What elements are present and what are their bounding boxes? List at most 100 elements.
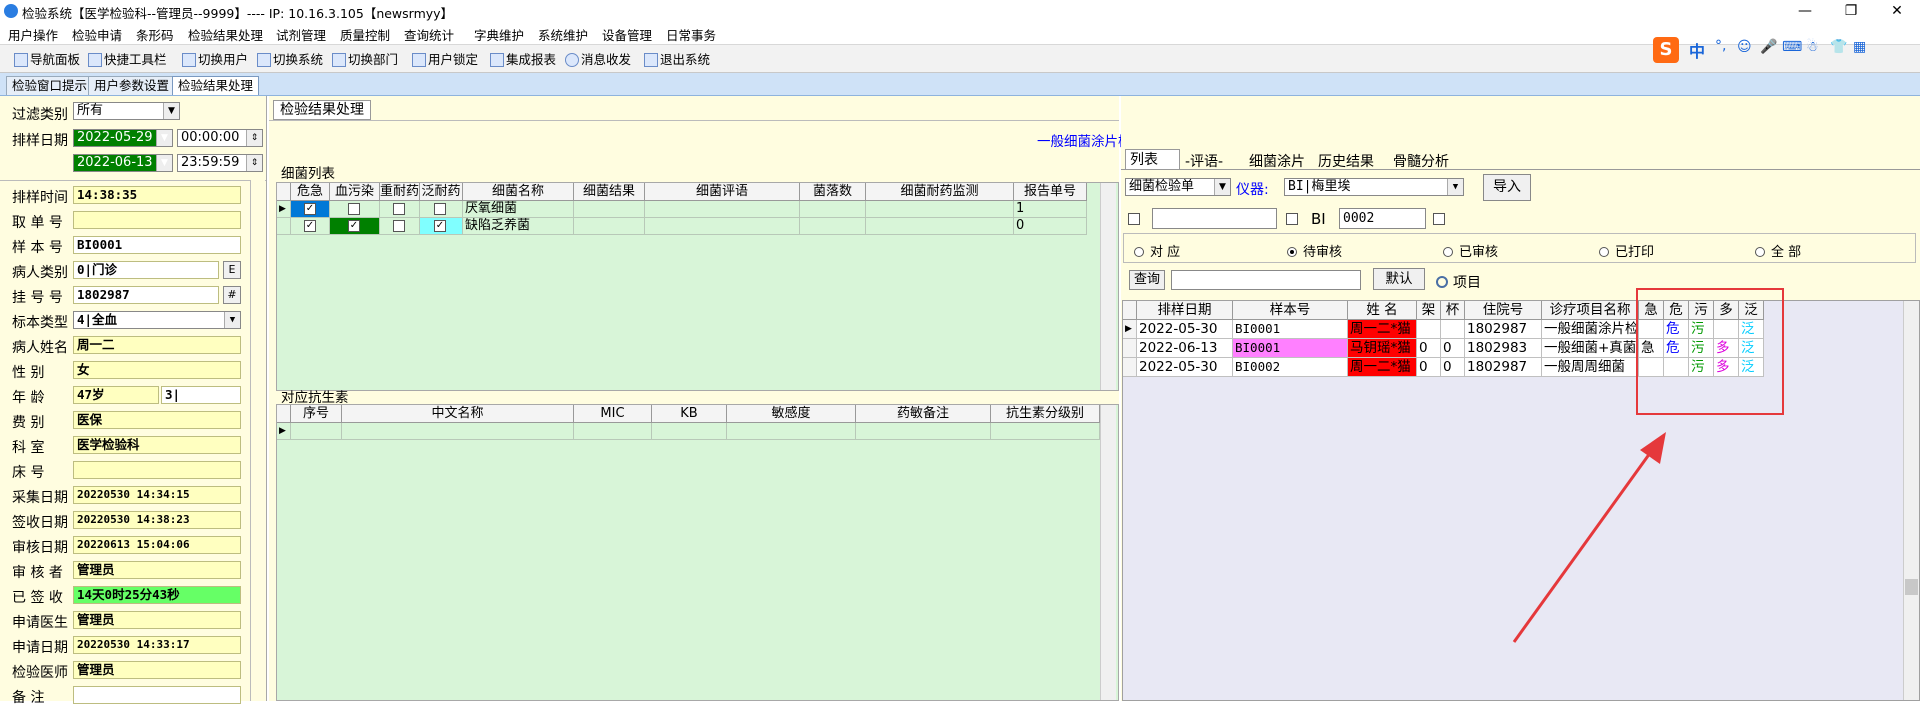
radio-pending[interactable]: 待审核: [1287, 241, 1342, 260]
remark-field[interactable]: [73, 686, 241, 704]
tab-list[interactable]: 列表: [1125, 149, 1180, 169]
query-button[interactable]: 查询: [1129, 270, 1165, 290]
receive-date-field[interactable]: 20220530 14:38:23: [73, 511, 241, 529]
lab-doctor-field[interactable]: 管理员: [73, 661, 241, 679]
table-row[interactable]: [342, 423, 574, 440]
bi-number-input[interactable]: 0002: [1339, 208, 1426, 229]
inpatient-number-cell[interactable]: 1802987: [1465, 320, 1542, 339]
radio-matched[interactable]: 对 应: [1134, 241, 1180, 260]
radio-all[interactable]: 全 部: [1755, 241, 1801, 260]
sample-number-cell[interactable]: BI0001: [1233, 320, 1348, 339]
col-header[interactable]: 抗生素分级别: [991, 405, 1100, 423]
items-button[interactable]: 项目: [1436, 272, 1481, 292]
table-row[interactable]: [856, 423, 991, 440]
pan-resist-checkbox[interactable]: [434, 203, 446, 215]
col-header[interactable]: MIC: [574, 405, 652, 423]
menu-system[interactable]: 系统维护: [538, 25, 588, 44]
bacteria-name-cell[interactable]: 厌氧细菌: [463, 201, 574, 218]
sample-number-cell[interactable]: BI0002: [1233, 358, 1348, 377]
import-button[interactable]: 导入: [1483, 174, 1531, 201]
table-row[interactable]: [574, 423, 652, 440]
bacteria-result-cell[interactable]: [574, 218, 645, 235]
query-input[interactable]: [1171, 270, 1361, 290]
radio-reviewed[interactable]: 已审核: [1443, 241, 1498, 260]
sample-number-field[interactable]: BI0001: [73, 236, 241, 254]
ime-user-icon[interactable]: ☃: [1806, 39, 1819, 55]
inpatient-number-cell[interactable]: 1802987: [1465, 358, 1542, 377]
blood-contam-checkbox[interactable]: ✓: [348, 220, 360, 232]
sort-time-field[interactable]: 14:38:35: [73, 186, 241, 204]
rack-cell[interactable]: [1417, 320, 1441, 339]
specimen-type-select[interactable]: 4|全血 ▼: [73, 311, 241, 329]
ime-punct-icon[interactable]: °,: [1715, 38, 1726, 54]
colony-count-cell[interactable]: [800, 201, 866, 218]
menu-reagent[interactable]: 试剂管理: [276, 25, 326, 44]
sample-scrollbar[interactable]: [1903, 301, 1919, 700]
switch-system-button[interactable]: 切换系统: [257, 49, 323, 68]
col-header[interactable]: 住院号: [1465, 301, 1542, 320]
antibiotic-grid[interactable]: 序号 中文名称 MIC KB 敏感度 药敏备注 抗生素分级别 ▶: [276, 404, 1119, 701]
switch-dept-button[interactable]: 切换部门: [332, 49, 398, 68]
bacteria-name-cell[interactable]: 缺陷乏养菌: [463, 218, 574, 235]
col-header[interactable]: 排样日期: [1137, 301, 1233, 320]
col-header[interactable]: 菌落数: [800, 183, 866, 201]
col-header[interactable]: 诊疗项目名称: [1542, 301, 1639, 320]
resist-monitor-cell[interactable]: [866, 201, 1014, 218]
request-doctor-field[interactable]: 管理员: [73, 611, 241, 629]
sort-date-cell[interactable]: 2022-06-13: [1137, 339, 1233, 358]
reviewer-field[interactable]: 管理员: [73, 561, 241, 579]
col-header[interactable]: 序号: [291, 405, 342, 423]
close-icon[interactable]: ✕: [1874, 0, 1920, 22]
test-item-cell[interactable]: 一般细菌+真菌: [1542, 339, 1639, 358]
cup-cell[interactable]: 0: [1441, 339, 1465, 358]
menu-qc[interactable]: 质量控制: [340, 25, 390, 44]
cup-cell[interactable]: 0: [1441, 358, 1465, 377]
report-button[interactable]: 集成报表: [490, 49, 556, 68]
menu-device[interactable]: 设备管理: [602, 25, 652, 44]
col-header[interactable]: 血污染: [330, 183, 380, 201]
bacteria-result-cell[interactable]: [574, 201, 645, 218]
heavy-resist-cell[interactable]: [380, 201, 420, 218]
registration-number-field[interactable]: 1802987: [73, 286, 219, 304]
tab-history[interactable]: 历史结果: [1318, 151, 1374, 171]
time-to-input[interactable]: 23:59:59 ⇕: [177, 154, 263, 172]
col-header[interactable]: 架: [1417, 301, 1441, 320]
table-row[interactable]: [291, 423, 342, 440]
bacteria-grid[interactable]: 危急 血污染 重耐药 泛耐药 细菌名称 细菌结果 细菌评语 菌落数 细菌耐药监测…: [276, 182, 1119, 391]
date-to-picker[interactable]: 2022-06-13 ▼: [73, 154, 173, 172]
pan-resist-cell[interactable]: ✓: [420, 218, 463, 235]
bed-number-field[interactable]: [73, 461, 241, 479]
default-button[interactable]: 默认: [1373, 268, 1425, 290]
patient-name-cell[interactable]: 周一二*猫: [1348, 358, 1417, 377]
colony-count-cell[interactable]: [800, 218, 866, 235]
bacteria-comment-cell[interactable]: [645, 218, 800, 235]
test-item-cell[interactable]: 一般周周细菌: [1542, 358, 1639, 377]
col-header[interactable]: 重耐药: [380, 183, 420, 201]
menu-result-process[interactable]: 检验结果处理: [188, 25, 263, 44]
tab-smear[interactable]: 细菌涂片: [1249, 151, 1305, 171]
col-header[interactable]: 姓 名: [1348, 301, 1417, 320]
scroll-thumb[interactable]: [1905, 579, 1918, 595]
department-field[interactable]: 医学检验科: [73, 436, 241, 454]
filter-checkbox[interactable]: [1128, 213, 1140, 225]
bacteria-scrollbar[interactable]: [1100, 183, 1116, 390]
ime-mic-icon[interactable]: 🎤: [1760, 39, 1777, 55]
patient-name-cell[interactable]: 周一二*猫: [1348, 320, 1417, 339]
radio-printed[interactable]: 已打印: [1599, 241, 1654, 260]
tab-window-hint[interactable]: 检验窗口提示: [6, 76, 94, 95]
sort-date-cell[interactable]: 2022-05-30: [1137, 358, 1233, 377]
blood-contam-cell[interactable]: [330, 201, 380, 218]
rack-cell[interactable]: 0: [1417, 358, 1441, 377]
col-header[interactable]: 报告单号: [1014, 183, 1087, 201]
maximize-icon[interactable]: ❐: [1828, 0, 1874, 22]
nav-panel-button[interactable]: 导航面板: [14, 49, 80, 68]
menu-user-ops[interactable]: 用户操作: [8, 25, 58, 44]
col-header[interactable]: 杯: [1441, 301, 1465, 320]
registration-button[interactable]: #: [223, 286, 241, 304]
fee-type-field[interactable]: 医保: [73, 411, 241, 429]
menu-stats[interactable]: 查询统计: [404, 25, 454, 44]
minimize-icon[interactable]: —: [1782, 0, 1828, 22]
col-header[interactable]: 危急: [291, 183, 330, 201]
test-item-cell[interactable]: 一般细菌涂片检: [1542, 320, 1639, 339]
report-number-cell[interactable]: 1: [1014, 201, 1087, 218]
